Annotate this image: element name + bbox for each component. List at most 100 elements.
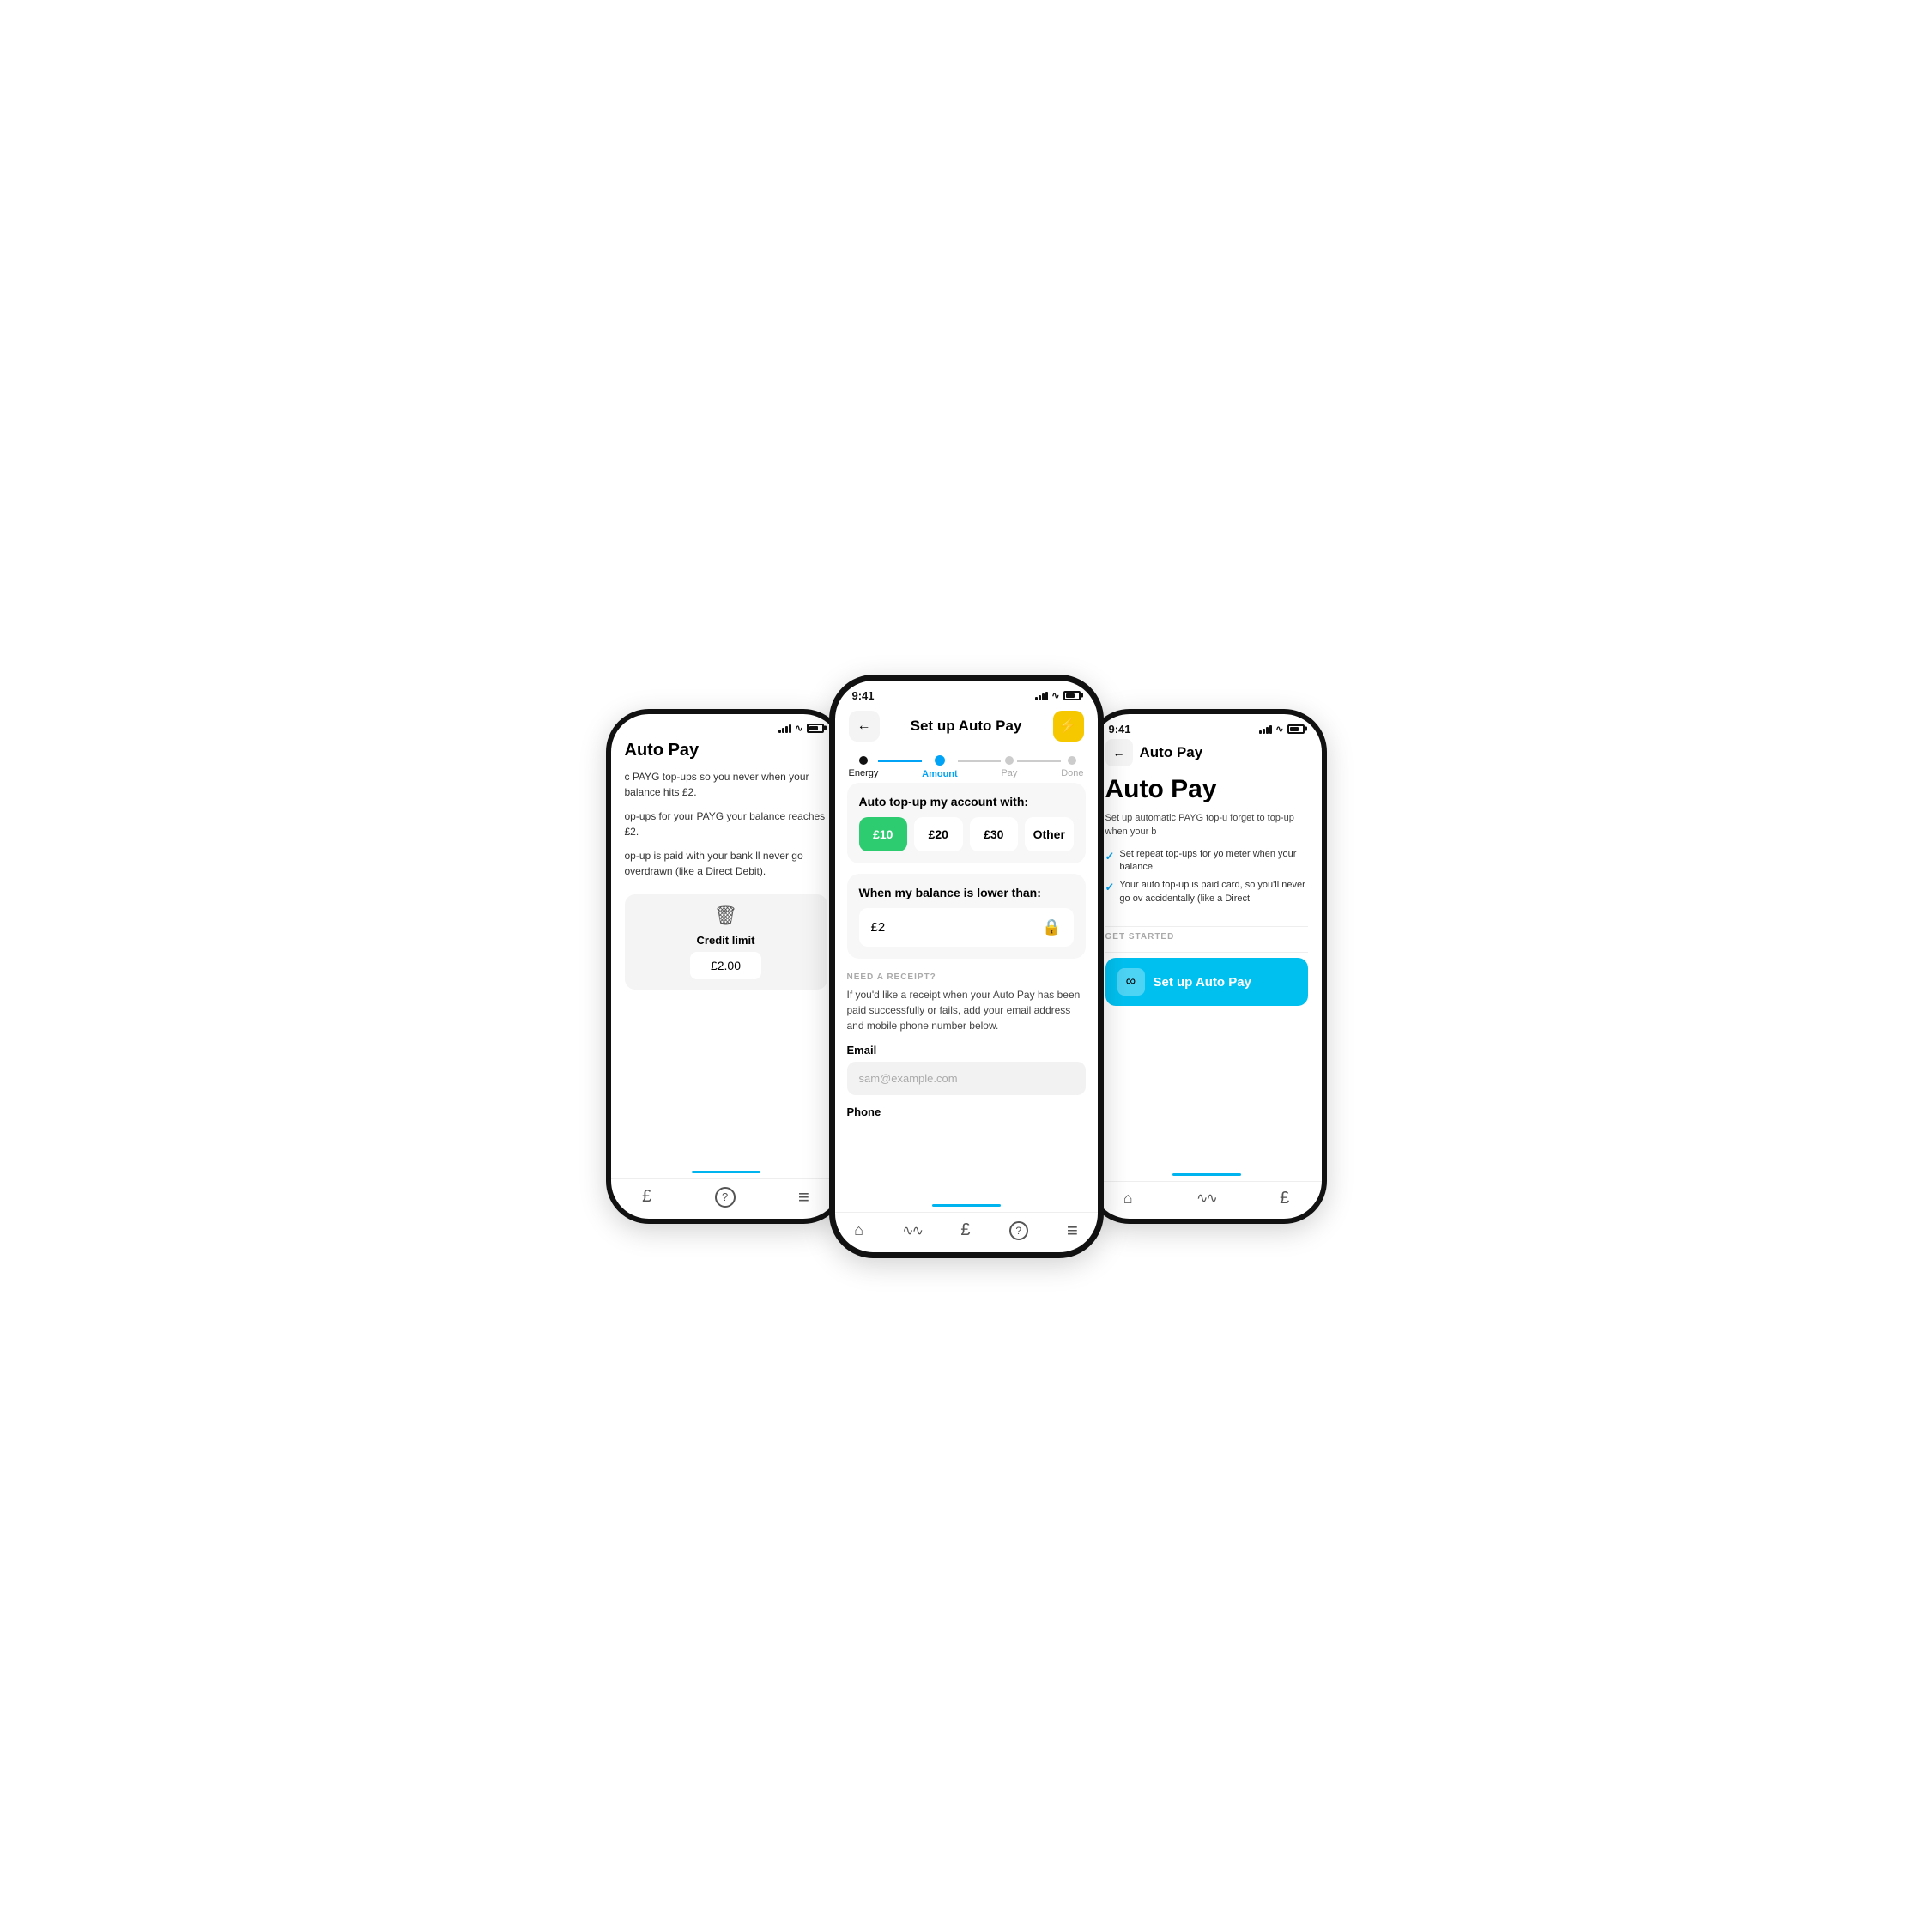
status-icons-left: ∿ — [778, 723, 823, 734]
signal-icon-left — [778, 723, 791, 733]
infinity-icon: ∞ — [1117, 968, 1145, 996]
right-header-title: Auto Pay — [1140, 744, 1203, 761]
status-bar-right: 9:41 ∿ — [1092, 714, 1322, 739]
step-label-done: Done — [1061, 768, 1083, 778]
step-dot-pay — [1005, 756, 1014, 765]
balance-card: When my balance is lower than: £2 🔒 — [847, 874, 1086, 959]
nav-pound-left[interactable]: £ — [642, 1187, 651, 1207]
phone-left: ∿ Auto Pay c PAYG top-ups so you never w… — [606, 709, 846, 1224]
battery-icon-right — [1287, 724, 1305, 734]
right-header: ← Auto Pay — [1105, 739, 1308, 766]
back-button-right[interactable]: ← — [1105, 739, 1133, 766]
check-item-2: ✓ Your auto top-up is paid card, so you'… — [1105, 879, 1308, 905]
back-button-center[interactable]: ← — [849, 711, 880, 742]
battery-icon-left — [807, 724, 824, 733]
wifi-icon-right: ∿ — [1275, 724, 1283, 735]
trash-icon: 🗑 — [714, 905, 738, 927]
step-line-2 — [958, 760, 1002, 762]
lightning-button[interactable]: ⚡ — [1053, 711, 1084, 742]
check-list: ✓ Set repeat top-ups for yo meter when y… — [1105, 848, 1308, 911]
nav-bar-right: ⌂ ∿∿ £ — [1092, 1181, 1322, 1219]
scene: ∿ Auto Pay c PAYG top-ups so you never w… — [494, 675, 1438, 1258]
step-dot-done — [1068, 756, 1076, 765]
receipt-label: NEED A RECEIPT? — [847, 972, 1086, 982]
step-energy: Energy — [849, 756, 879, 778]
nav-home-center[interactable]: ⌂ — [854, 1221, 863, 1239]
right-desc: Set up automatic PAYG top-u forget to to… — [1105, 811, 1308, 839]
amount-30[interactable]: £30 — [970, 817, 1019, 851]
step-indicator: Energy Amount Pay Done — [835, 748, 1098, 783]
left-content: Auto Pay c PAYG top-ups so you never whe… — [611, 737, 841, 1167]
step-line-1 — [878, 760, 922, 762]
status-bar-left: ∿ — [611, 714, 841, 737]
email-input[interactable]: sam@example.com — [847, 1062, 1086, 1095]
check-item-1: ✓ Set repeat top-ups for yo meter when y… — [1105, 848, 1308, 875]
topup-title: Auto top-up my account with: — [859, 795, 1074, 809]
receipt-section: NEED A RECEIPT? If you'd like a receipt … — [847, 969, 1086, 1130]
setup-autopay-button[interactable]: ∞ Set up Auto Pay — [1105, 958, 1308, 1006]
left-desc2: op-ups for your PAYG your balance reache… — [625, 809, 827, 839]
step-label-amount: Amount — [922, 769, 958, 779]
balance-input-row: £2 🔒 — [859, 908, 1074, 947]
check-icon-1: ✓ — [1105, 849, 1115, 864]
nav-pound-center[interactable]: £ — [960, 1220, 970, 1240]
email-label: Email — [847, 1044, 1086, 1057]
credit-value: £2.00 — [690, 952, 761, 979]
left-desc1: c PAYG top-ups so you never when your ba… — [625, 769, 827, 800]
step-dot-energy — [859, 756, 868, 765]
nav-menu-left[interactable]: ≡ — [798, 1186, 809, 1208]
amount-10[interactable]: £10 — [859, 817, 908, 851]
left-title: Auto Pay — [625, 737, 827, 760]
status-bar-center: 9:41 ∿ — [835, 681, 1098, 706]
status-time-center: 9:41 — [852, 689, 875, 702]
signal-icon-right — [1259, 724, 1272, 734]
credit-label: Credit limit — [697, 934, 755, 947]
phone-center: 9:41 ∿ ← Set up Auto Pay ⚡ — [829, 675, 1104, 1258]
nav-home-right[interactable]: ⌂ — [1123, 1190, 1133, 1208]
phone-right: 9:41 ∿ ← Auto Pay Auto — [1087, 709, 1327, 1224]
phone-label: Phone — [847, 1105, 1086, 1118]
home-indicator-center — [835, 1201, 1098, 1212]
center-header-title: Set up Auto Pay — [911, 718, 1022, 735]
right-main-title: Auto Pay — [1105, 775, 1308, 804]
amount-20[interactable]: £20 — [914, 817, 963, 851]
status-icons-right: ∿ — [1259, 724, 1304, 735]
balance-title: When my balance is lower than: — [859, 886, 1074, 899]
status-icons-center: ∿ — [1035, 690, 1080, 701]
setup-btn-label: Set up Auto Pay — [1154, 975, 1251, 990]
nav-menu-center[interactable]: ≡ — [1067, 1220, 1078, 1242]
home-indicator-right — [1092, 1170, 1322, 1181]
balance-value: £2 — [871, 920, 886, 935]
nav-graph-center[interactable]: ∿∿ — [902, 1222, 922, 1239]
step-amount: Amount — [922, 755, 958, 779]
nav-question-center[interactable]: ? — [1009, 1221, 1028, 1240]
step-done: Done — [1061, 756, 1083, 778]
step-label-pay: Pay — [1001, 768, 1017, 778]
step-line-3 — [1017, 760, 1061, 762]
left-card: 🗑 Credit limit £2.00 — [625, 894, 827, 990]
amount-other[interactable]: Other — [1025, 817, 1074, 851]
nav-question-left[interactable]: ? — [715, 1187, 736, 1208]
get-started-label: GET STARTED — [1105, 932, 1308, 942]
nav-pound-right[interactable]: £ — [1280, 1189, 1289, 1208]
signal-icon-center — [1035, 690, 1048, 700]
right-content-area: ← Auto Pay Auto Pay Set up automatic PAY… — [1092, 739, 1322, 1170]
divider-right-2 — [1105, 952, 1308, 953]
nav-bar-center: ⌂ ∿∿ £ ? ≡ — [835, 1212, 1098, 1252]
home-indicator-left — [611, 1167, 841, 1178]
receipt-desc: If you'd like a receipt when your Auto P… — [847, 987, 1086, 1033]
center-scroll: Auto top-up my account with: £10 £20 £30… — [835, 783, 1098, 1201]
check-icon-2: ✓ — [1105, 880, 1115, 895]
topup-card: Auto top-up my account with: £10 £20 £30… — [847, 783, 1086, 863]
step-pay: Pay — [1001, 756, 1017, 778]
wifi-icon-center: ∿ — [1051, 690, 1059, 701]
battery-icon-center — [1063, 691, 1081, 700]
left-desc3: op-up is paid with your bank ll never go… — [625, 848, 827, 879]
nav-graph-right[interactable]: ∿∿ — [1196, 1190, 1216, 1207]
center-header: ← Set up Auto Pay ⚡ — [835, 706, 1098, 748]
divider-right — [1105, 926, 1308, 927]
step-dot-amount — [935, 755, 945, 766]
step-label-energy: Energy — [849, 768, 879, 778]
wifi-icon-left: ∿ — [795, 723, 802, 734]
status-time-right: 9:41 — [1109, 723, 1131, 736]
